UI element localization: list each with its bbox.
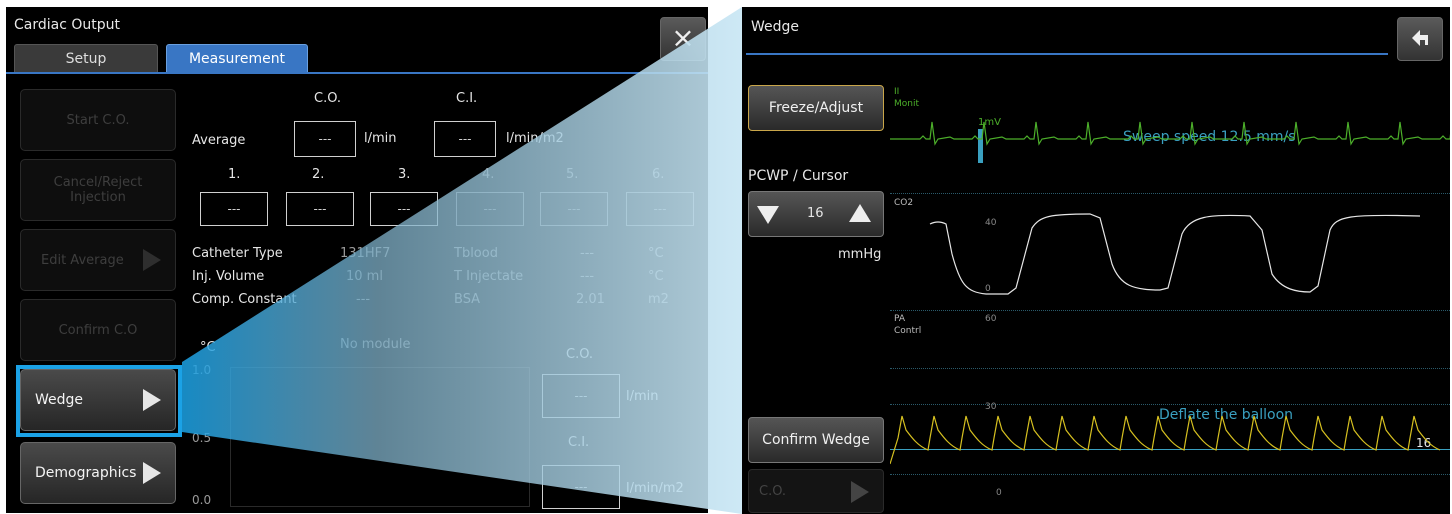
injection-value-1[interactable]: --- [200, 192, 268, 226]
injection-value-6[interactable]: --- [626, 192, 694, 226]
tab-underline [6, 72, 708, 74]
confirm-wedge-button[interactable]: Confirm Wedge [748, 417, 884, 463]
decrease-arrow-icon[interactable] [757, 204, 779, 224]
no-module-text: No module [340, 337, 411, 352]
back-button[interactable] [1397, 17, 1443, 61]
ci-header: C.I. [456, 91, 478, 106]
pcwp-value: 16 [807, 206, 824, 221]
graph-ci-value: --- [542, 465, 620, 509]
injection-label-1: 1. [228, 167, 241, 182]
increase-arrow-icon[interactable] [849, 204, 871, 224]
injection-label-4: 4. [482, 167, 495, 182]
wedge-highlight-frame [16, 365, 182, 437]
bsa-value: 2.01 [576, 292, 605, 307]
injection-value-2[interactable]: --- [286, 192, 354, 226]
cardiac-output-panel: Cardiac Output × Setup Measurement Start… [6, 7, 708, 513]
separator [890, 368, 1450, 369]
arrow-right-icon [143, 249, 161, 271]
pa-tick-60: 60 [985, 314, 997, 324]
confirm-co-button[interactable]: Confirm C.O [20, 299, 176, 361]
bsa-label: BSA [454, 292, 481, 307]
edit-average-label: Edit Average [41, 252, 124, 268]
edit-average-button[interactable]: Edit Average [20, 229, 176, 291]
wedge-title: Wedge [751, 19, 800, 35]
injection-label-3: 3. [398, 167, 411, 182]
injection-label-6: 6. [652, 167, 665, 182]
graph-tick-top: 1.0 [192, 363, 212, 377]
co-header: C.O. [314, 91, 342, 106]
t-injectate-value: --- [580, 269, 595, 284]
graph-tick-bottom: 0.0 [192, 493, 212, 507]
injection-value-4[interactable]: --- [456, 192, 524, 226]
confirm-wedge-label: Confirm Wedge [762, 432, 870, 448]
cancel-reject-button[interactable]: Cancel/Reject Injection [20, 159, 176, 221]
pa-mode-label: Contrl [894, 326, 922, 336]
pa-label: PA [894, 314, 906, 324]
start-co-button[interactable]: Start C.O. [20, 89, 176, 151]
wedge-panel: Wedge Freeze/Adjust PCWP / Cursor 16 mmH… [742, 7, 1450, 514]
pcwp-cursor-label: PCWP / Cursor [748, 168, 849, 184]
injection-value-5[interactable]: --- [540, 192, 608, 226]
demographics-label: Demographics [35, 465, 137, 481]
close-icon: × [671, 21, 695, 54]
catheter-type-label: Catheter Type [192, 246, 283, 261]
tab-setup[interactable]: Setup [14, 44, 158, 74]
co-nav-button[interactable]: C.O. [748, 469, 884, 513]
inj-volume-value: 10 ml [346, 269, 383, 284]
comp-constant-value: --- [356, 292, 371, 307]
injection-label-2: 2. [312, 167, 325, 182]
injection-value-3[interactable]: --- [370, 192, 438, 226]
start-co-label: Start C.O. [66, 112, 130, 128]
freeze-adjust-label: Freeze/Adjust [768, 100, 864, 116]
tblood-unit: °C [648, 246, 664, 261]
freeze-adjust-button[interactable]: Freeze/Adjust [748, 85, 884, 131]
tblood-label: Tblood [454, 246, 498, 261]
average-ci-value: --- [434, 121, 496, 157]
demographics-button[interactable]: Demographics [20, 442, 176, 504]
title-underline [746, 53, 1388, 55]
co-nav-label: C.O. [759, 484, 787, 499]
separator [890, 310, 1450, 311]
graph-ci-unit: l/min/m2 [626, 481, 684, 496]
graph-tick-mid: 0.5 [192, 431, 212, 445]
graph-unit-label: °C [200, 340, 216, 355]
ecg-waveform [890, 121, 1450, 146]
average-ci-unit: l/min/m2 [506, 131, 564, 146]
close-button[interactable]: × [660, 17, 706, 61]
bsa-unit: m2 [648, 292, 669, 307]
panel-title: Cardiac Output [14, 17, 120, 33]
arrow-right-icon [851, 481, 869, 503]
comp-constant-label: Comp. Constant [192, 292, 297, 307]
pcwp-stepper[interactable]: 16 [748, 191, 884, 237]
pa-waveform [890, 415, 1441, 465]
catheter-type-value: 131HF7 [340, 246, 391, 261]
average-co-unit: l/min [364, 131, 397, 146]
back-arrow-icon [1412, 30, 1428, 46]
arrow-right-icon [143, 462, 161, 484]
cancel-reject-label: Cancel/Reject Injection [53, 175, 143, 205]
co2-waveform [929, 213, 1421, 295]
graph-co-unit: l/min [626, 389, 659, 404]
graph-ci-label: C.I. [568, 435, 590, 450]
graph-co-label: C.O. [566, 347, 594, 362]
thermodilution-graph [230, 367, 530, 507]
t-injectate-label: T Injectate [454, 269, 524, 284]
inj-volume-label: Inj. Volume [192, 269, 265, 284]
pcwp-unit: mmHg [838, 247, 882, 262]
tblood-value: --- [580, 246, 595, 261]
graph-co-value: --- [542, 374, 620, 418]
tab-measurement[interactable]: Measurement [166, 44, 308, 74]
average-co-value: --- [294, 121, 356, 157]
t-injectate-unit: °C [648, 269, 664, 284]
waveform-area: II Monit 1mV Sweep speed 12.5 mm/s CO2 4… [890, 84, 1450, 514]
confirm-co-label: Confirm C.O [58, 322, 138, 338]
average-label: Average [192, 133, 246, 148]
injection-label-5: 5. [566, 167, 579, 182]
